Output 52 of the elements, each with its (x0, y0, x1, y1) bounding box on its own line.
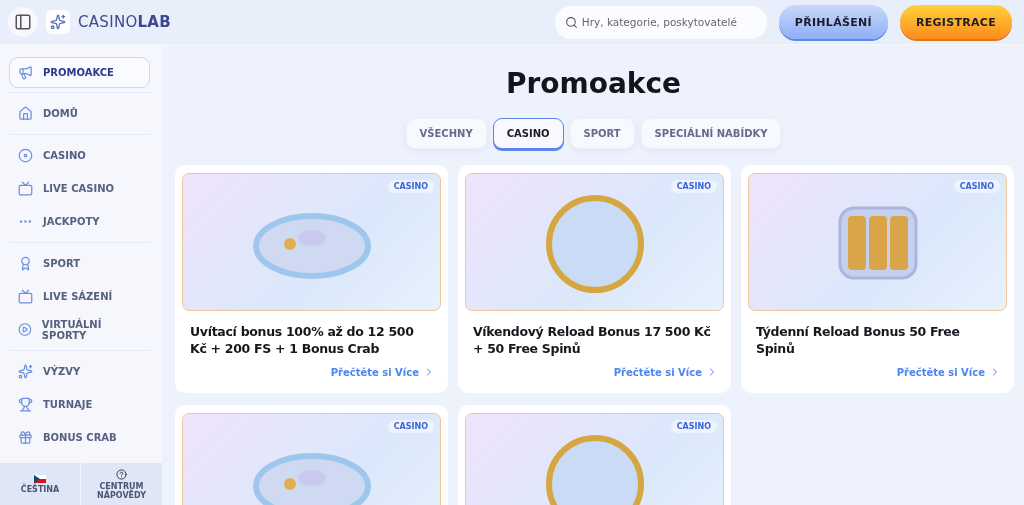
page-title: Promoakce (505, 67, 682, 100)
sidebar-item[interactable]: DOMŮ (9, 97, 150, 130)
register-button[interactable]: REGISTRACE (899, 5, 1012, 39)
login-button[interactable]: PŘIHLÁŠENÍ (778, 5, 888, 39)
sidebar-item[interactable]: BONUS CRAB (9, 421, 150, 454)
filter-tab[interactable]: SPORT (569, 118, 635, 149)
sidebar-item[interactable]: PROMOAKCE (9, 57, 150, 88)
tv-icon (18, 181, 33, 196)
sidebar-item[interactable]: LIVE SÁZENÍ (9, 280, 150, 313)
promo-title: Týdenní Reload Bonus 50 Free Spinů (756, 323, 961, 357)
search-field[interactable]: Hry, kategorie, poskytovatelé (554, 5, 767, 39)
sidebar-item[interactable]: JACKPOTY (9, 205, 150, 238)
sidebar-item[interactable]: CASINO (9, 139, 150, 172)
sidebar-toggle-icon[interactable] (8, 7, 38, 37)
house-icon (18, 106, 33, 121)
play-icon (18, 322, 32, 337)
read-more-link[interactable]: Přečtěte si Více (613, 366, 718, 378)
category-tag: CASINO (387, 180, 434, 193)
tv-icon (18, 289, 33, 304)
promo-title: Víkendový Reload Bonus 17 500 Kč + 50 Free Spinů (473, 323, 712, 357)
sidebar-item[interactable]: LIVE CASINO (9, 172, 150, 205)
sidebar-item[interactable]: SPORT (9, 247, 150, 280)
help-icon (116, 468, 127, 480)
promo-card[interactable]: CASINO Víkendový Reload Bonus 17 500 Kč + 50 Free Spinů Přečtěte si Více (458, 165, 731, 393)
trophy-icon (18, 397, 33, 412)
read-more-link[interactable]: Přečtěte si Více (896, 366, 1001, 378)
chip-icon (18, 148, 33, 163)
sparkle-icon (18, 364, 33, 379)
flag-icon (34, 474, 46, 483)
read-more-link[interactable]: Přečtěte si Více (330, 366, 435, 378)
megaphone-icon (18, 65, 33, 80)
sidebar-item[interactable]: VIRTUÁLNÍ SPORTY (9, 313, 150, 346)
promo-card[interactable]: CASINO Týdenní Reload Bonus 50 Free Spinů Přečtěte si Více (741, 165, 1014, 393)
promo-card[interactable]: CASINO (175, 405, 448, 505)
star-logo-icon (46, 10, 70, 34)
category-tag: CASINO (670, 420, 717, 433)
category-tag: CASINO (670, 180, 717, 193)
language-link[interactable]: ČEŠTINA (0, 463, 81, 505)
category-tag: CASINO (387, 420, 434, 433)
sidebar-item[interactable]: VÝZVY (9, 355, 150, 388)
logo-text[interactable]: CASINOLAB (78, 13, 172, 31)
promo-title: Uvítací bonus 100% až do 12 500 Kč + 200 FS + 1 Bonus Crab (190, 323, 415, 357)
promo-card[interactable]: CASINO (458, 405, 731, 505)
sidebar-item[interactable]: TURNAJE (9, 388, 150, 421)
gift-icon (18, 430, 33, 445)
category-tag: CASINO (953, 180, 1000, 193)
filter-tab[interactable]: VŠECHNY (405, 118, 487, 149)
promo-card[interactable]: CASINO Uvítací bonus 100% až do 12 500 Kč + 200 FS + 1 Bonus Crab Přečtěte si Více (175, 165, 448, 393)
filter-tab[interactable]: CASINO (492, 118, 564, 149)
filter-tab[interactable]: SPECIÁLNÍ NABÍDKY (640, 118, 782, 149)
award-icon (18, 256, 33, 271)
help-center-link[interactable]: CENTRUM NÁPOVĚDY (81, 463, 162, 505)
